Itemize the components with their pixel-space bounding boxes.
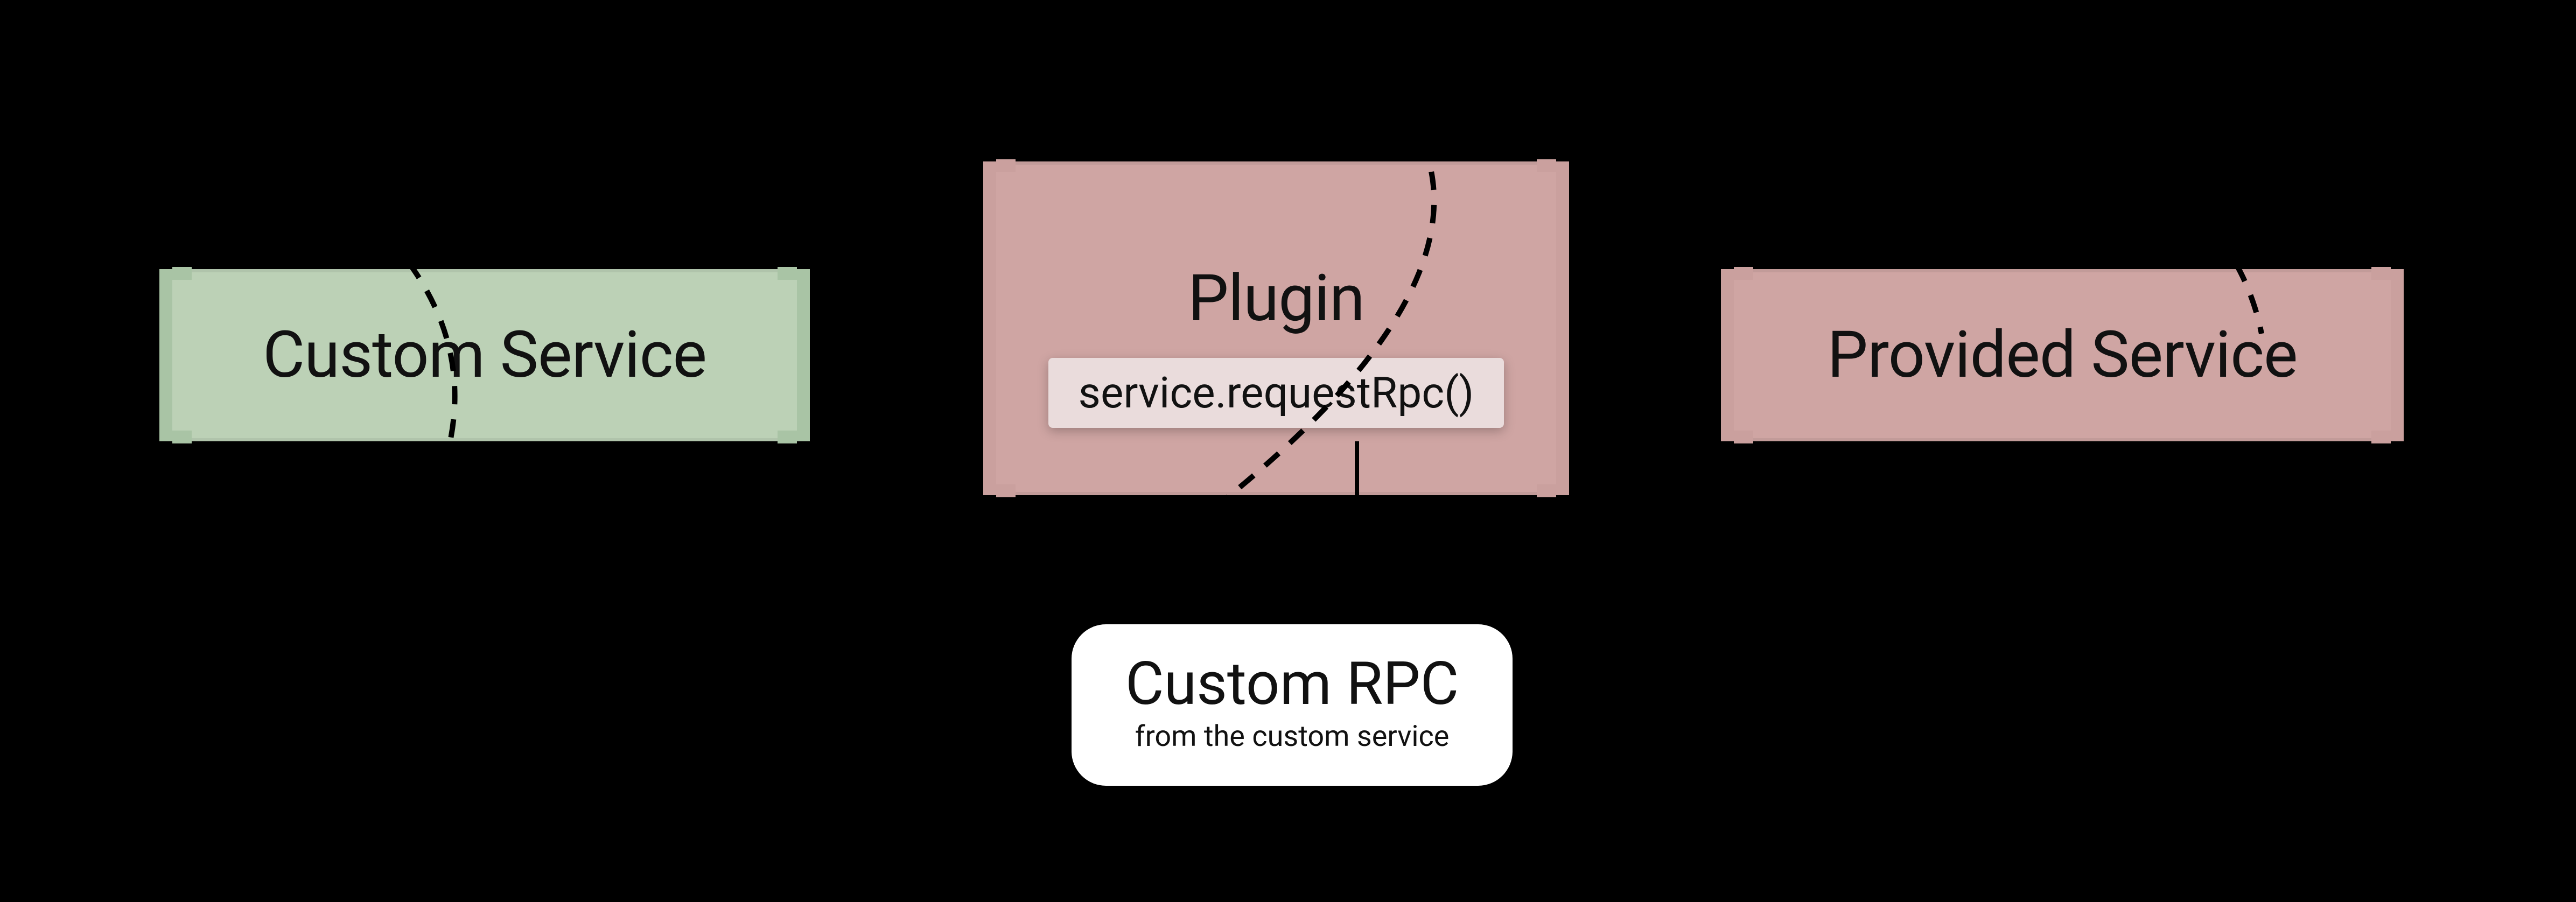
callout-subtitle: from the custom service [1125,720,1459,753]
callout-custom-rpc: Custom RPC from the custom service [1072,624,1513,786]
plugin-call-label: service.requestRpc() [1048,358,1504,428]
bracket-left-icon [1721,269,1753,441]
node-title: Custom Service [263,318,706,393]
node-body: Custom Service [162,269,808,441]
bracket-left-icon [159,269,192,441]
bracket-right-icon [778,269,810,441]
node-title: Plugin [1188,261,1364,336]
node-body: Provided Service [1723,269,2402,441]
bracket-left-icon [983,161,1016,495]
bracket-right-icon [2371,269,2404,441]
node-plugin: Plugin service.requestRpc() [985,161,1567,495]
node-custom-service: Custom Service [162,269,808,441]
callout-title: Custom RPC [1125,651,1459,716]
bracket-right-icon [1537,161,1569,495]
node-provided-service: Provided Service [1723,269,2402,441]
node-title: Provided Service [1827,318,2297,393]
diagram-canvas: Custom Service Plugin service.requestRpc… [0,0,2576,902]
node-body: Plugin service.requestRpc() [985,161,1567,495]
